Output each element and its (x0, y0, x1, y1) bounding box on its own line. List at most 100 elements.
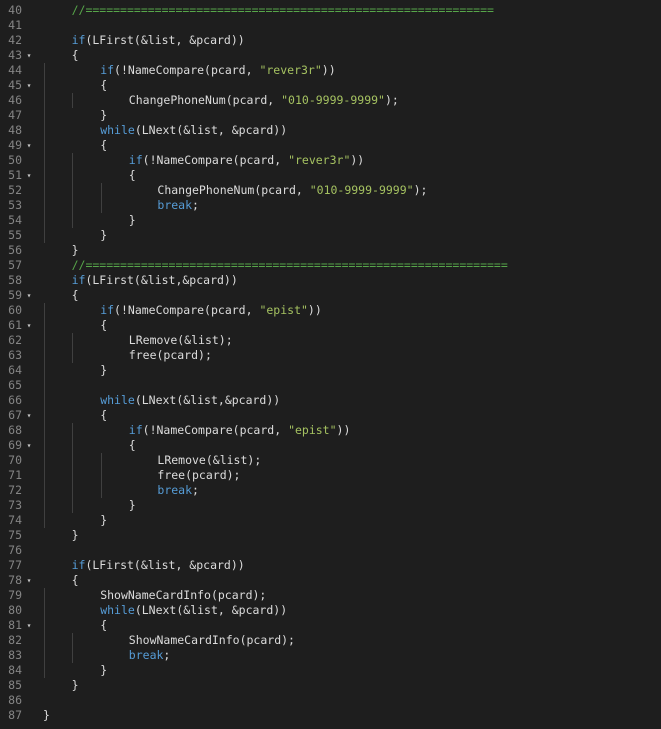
code-line[interactable]: 63 free(pcard); (0, 348, 661, 363)
fold-chevron-icon[interactable]: ▾ (24, 78, 34, 93)
keyword-token: break (157, 483, 193, 497)
code-text: //======================================… (72, 3, 494, 18)
code-line[interactable]: 48 while(LNext(&list, &pcard)) (0, 123, 661, 138)
code-text: if(LFirst(&list, &pcard)) (72, 33, 245, 48)
fold-chevron-icon[interactable]: ▾ (24, 168, 34, 183)
code-line[interactable]: 65 (0, 378, 661, 393)
code-token: ShowNameCardInfo(pcard); (100, 588, 267, 602)
code-token: ); (384, 93, 399, 107)
keyword-token: if (71, 273, 86, 287)
code-token: } (128, 498, 136, 512)
fold-chevron-icon[interactable]: ▾ (24, 573, 34, 588)
code-line[interactable]: 50 if(!NameCompare(pcard, "rever3r")) (0, 153, 661, 168)
code-token: { (100, 138, 108, 152)
code-line[interactable]: 55} (0, 228, 661, 243)
code-line[interactable]: 51 ▾ { (0, 168, 661, 183)
comment-token: //======================================… (71, 258, 508, 272)
code-token: )) (321, 63, 336, 77)
line-number: 45 (8, 78, 22, 92)
code-line[interactable]: 62 LRemove(&list); (0, 333, 661, 348)
code-line[interactable]: 83 break; (0, 648, 661, 663)
code-line[interactable]: 59 ▾ { (0, 288, 661, 303)
code-line[interactable]: 66 while(LNext(&list,&pcard)) (0, 393, 661, 408)
code-line[interactable]: 86 (0, 693, 661, 708)
code-line[interactable]: 45 ▾ { (0, 78, 661, 93)
line-number: 71 (8, 468, 22, 482)
code-line[interactable]: 74} (0, 513, 661, 528)
code-line[interactable]: 64} (0, 363, 661, 378)
code-token: free(pcard); (157, 468, 241, 482)
code-line[interactable]: 84} (0, 663, 661, 678)
code-text: if(!NameCompare(pcard, "rever3r")) (100, 63, 335, 78)
code-line[interactable]: 54} (0, 213, 661, 228)
line-number: 51 (8, 168, 22, 182)
keyword-token: if (100, 303, 115, 317)
code-text: if(LFirst(&list, &pcard)) (72, 558, 245, 573)
string-token: "epist" (259, 303, 308, 317)
code-token: } (100, 108, 108, 122)
code-line[interactable]: 82 ShowNameCardInfo(pcard); (0, 633, 661, 648)
code-text: { (129, 168, 136, 183)
code-line[interactable]: 58 if(LFirst(&list,&pcard)) (0, 273, 661, 288)
code-text: if(!NameCompare(pcard, "rever3r")) (129, 153, 364, 168)
line-number: 42 (8, 33, 22, 47)
code-line[interactable]: 68 if(!NameCompare(pcard, "epist")) (0, 423, 661, 438)
string-token: "010-9999-9999" (309, 183, 414, 197)
code-line[interactable]: 81 ▾ { (0, 618, 661, 633)
code-line[interactable]: 44 if(!NameCompare(pcard, "rever3r")) (0, 63, 661, 78)
code-line[interactable]: 71 free(pcard); (0, 468, 661, 483)
fold-chevron-icon[interactable]: ▾ (24, 48, 34, 63)
indent-guide (100, 453, 102, 498)
code-token: )) (307, 303, 322, 317)
code-text: } (100, 513, 107, 528)
code-line[interactable]: 41 (0, 18, 661, 33)
fold-chevron-icon[interactable]: ▾ (24, 438, 34, 453)
code-text: { (72, 573, 79, 588)
keyword-token: break (128, 648, 164, 662)
code-line[interactable]: 69 ▾ { (0, 438, 661, 453)
code-line[interactable]: 56} (0, 243, 661, 258)
code-line[interactable]: 40 //====================================… (0, 3, 661, 18)
code-line[interactable]: 80 while(LNext(&list, &pcard)) (0, 603, 661, 618)
code-line[interactable]: 72 break; (0, 483, 661, 498)
fold-chevron-icon[interactable]: ▾ (24, 318, 34, 333)
code-text: } (129, 498, 136, 513)
code-line[interactable]: 87} (0, 708, 661, 723)
line-number: 74 (8, 513, 22, 527)
code-line[interactable]: 78 ▾ { (0, 573, 661, 588)
code-editor[interactable]: 40 //====================================… (0, 0, 661, 729)
fold-chevron-icon[interactable]: ▾ (24, 138, 34, 153)
code-line[interactable]: 46 ChangePhoneNum(pcard, "010-9999-9999")… (0, 93, 661, 108)
indent-guide (43, 63, 45, 243)
code-line[interactable]: 52 ChangePhoneNum(pcard, "010-9999-9999")… (0, 183, 661, 198)
code-line[interactable]: 75} (0, 528, 661, 543)
code-line[interactable]: 42 if(LFirst(&list, &pcard)) (0, 33, 661, 48)
code-line[interactable]: 49 ▾ { (0, 138, 661, 153)
line-number: 53 (8, 198, 22, 212)
line-number: 78 (8, 573, 22, 587)
line-number: 46 (8, 93, 22, 107)
code-line[interactable]: 53 break; (0, 198, 661, 213)
code-line[interactable]: 57 //====================================… (0, 258, 661, 273)
code-line[interactable]: 47} (0, 108, 661, 123)
line-number: 54 (8, 213, 22, 227)
fold-chevron-icon[interactable]: ▾ (24, 408, 34, 423)
code-token: } (100, 663, 108, 677)
code-text: } (100, 363, 107, 378)
line-number: 57 (8, 258, 22, 272)
code-line[interactable]: 77 if(LFirst(&list, &pcard)) (0, 558, 661, 573)
code-line[interactable]: 60 if(!NameCompare(pcard, "epist")) (0, 303, 661, 318)
code-line[interactable]: 70 LRemove(&list); (0, 453, 661, 468)
code-line[interactable]: 73} (0, 498, 661, 513)
code-line[interactable]: 67 ▾ { (0, 408, 661, 423)
fold-chevron-icon[interactable]: ▾ (24, 618, 34, 633)
code-line[interactable]: 76 (0, 543, 661, 558)
code-line[interactable]: 61 ▾ { (0, 318, 661, 333)
code-text: LRemove(&list); (157, 453, 261, 468)
fold-chevron-icon[interactable]: ▾ (24, 288, 34, 303)
code-line[interactable]: 79 ShowNameCardInfo(pcard); (0, 588, 661, 603)
line-number: 62 (8, 333, 22, 347)
code-line[interactable]: 43 ▾ { (0, 48, 661, 63)
line-number: 59 (8, 288, 22, 302)
code-line[interactable]: 85} (0, 678, 661, 693)
